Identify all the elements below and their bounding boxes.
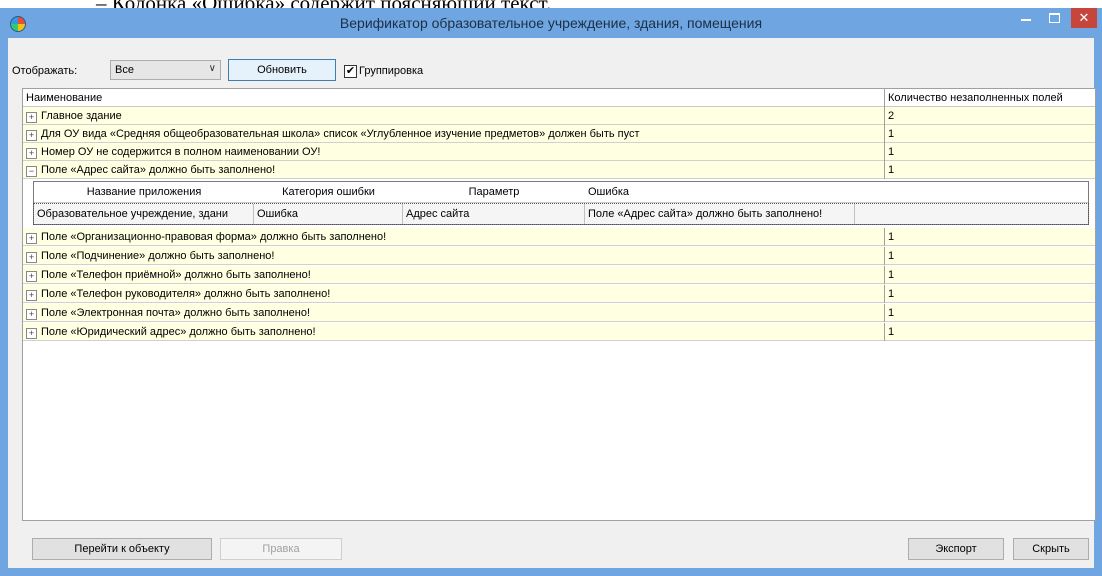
detail-header: Название приложения Категория ошибки Пар… [34, 182, 1088, 203]
group-row-name: Главное здание [41, 110, 122, 122]
verification-grid: Наименование Количество незаполненных по… [22, 88, 1096, 521]
group-row[interactable]: + Номер ОУ не содержится в полном наимено… [23, 143, 1095, 161]
group-row-name: Поле «Подчинение» должно быть заполнено! [41, 250, 275, 262]
group-row-count: 1 [884, 125, 1095, 143]
group-row-count: 1 [884, 285, 1095, 303]
group-row[interactable]: + Поле «Подчинение» должно быть заполнено… [23, 247, 1095, 265]
group-row-name: Поле «Организационно-правовая форма» дол… [41, 231, 387, 243]
group-row-count: 1 [884, 228, 1095, 246]
window-title: Верификатор образовательное учреждение, … [339, 15, 763, 31]
edit-button[interactable]: Правка [220, 538, 342, 560]
group-row-name: Поле «Телефон руководителя» должно быть … [41, 288, 331, 300]
detail-column-error[interactable]: Ошибка [585, 182, 855, 202]
group-row-name: Поле «Электронная почта» должно быть зап… [41, 307, 311, 319]
group-row[interactable]: + Поле «Электронная почта» должно быть за… [23, 304, 1095, 322]
group-row[interactable]: + Поле «Телефон приёмной» должно быть зап… [23, 266, 1095, 284]
hide-button[interactable]: Скрыть [1013, 538, 1089, 560]
group-row-count: 1 [884, 143, 1095, 161]
detail-row[interactable]: Образовательное учреждение, здани Ошибка… [33, 203, 1089, 225]
checkmark-icon: ✔ [345, 65, 356, 77]
group-row[interactable]: + Главное здание 2 [23, 107, 1095, 125]
close-icon: ✕ [1078, 10, 1090, 25]
detail-column-parameter[interactable]: Параметр [403, 182, 585, 202]
grid-header: Наименование Количество незаполненных по… [23, 89, 1095, 107]
detail-cell-category: Ошибка [254, 204, 403, 224]
group-row-count: 1 [884, 304, 1095, 322]
expand-icon[interactable]: + [26, 112, 37, 123]
show-filter-label: Отображать: [12, 65, 78, 77]
group-row-name: Поле «Телефон приёмной» должно быть запо… [41, 269, 311, 281]
detail-cell-parameter: Адрес сайта [403, 204, 585, 224]
group-row-count: 2 [884, 107, 1095, 125]
expand-icon[interactable]: + [26, 130, 37, 141]
expand-icon[interactable]: + [26, 148, 37, 159]
group-row-expanded[interactable]: − Поле «Адрес сайта» должно быть заполнен… [23, 161, 1095, 179]
grouping-label[interactable]: Группировка [359, 65, 423, 77]
title-bar: Верификатор образовательное учреждение, … [0, 8, 1102, 38]
group-row[interactable]: + Поле «Телефон руководителя» должно быть… [23, 285, 1095, 303]
expand-icon[interactable]: + [26, 233, 37, 244]
grouping-checkbox[interactable]: ✔ [344, 65, 357, 78]
detail-column-app[interactable]: Название приложения [34, 182, 254, 202]
group-row-count: 1 [884, 323, 1095, 341]
group-row-name: Для ОУ вида «Средняя общеобразовательная… [41, 128, 640, 140]
close-button[interactable]: ✕ [1071, 8, 1097, 28]
expand-icon[interactable]: + [26, 328, 37, 339]
expand-icon[interactable]: + [26, 271, 37, 282]
detail-table: Название приложения Категория ошибки Пар… [33, 181, 1089, 225]
expand-icon[interactable]: + [26, 290, 37, 301]
group-row[interactable]: + Поле «Организационно-правовая форма» до… [23, 228, 1095, 246]
group-row-name: Поле «Адрес сайта» должно быть заполнено… [41, 164, 276, 176]
show-filter-value: Все [115, 64, 134, 76]
column-header-empty-count[interactable]: Количество незаполненных полей [884, 89, 1095, 107]
export-button[interactable]: Экспорт [908, 538, 1004, 560]
group-row-count: 1 [884, 161, 1095, 179]
detail-column-category[interactable]: Категория ошибки [254, 182, 403, 202]
detail-cell-app: Образовательное учреждение, здани [34, 204, 254, 224]
expand-icon[interactable]: + [26, 309, 37, 320]
group-row-count: 1 [884, 266, 1095, 284]
column-header-name[interactable]: Наименование [23, 89, 884, 107]
chevron-down-icon: ∨ [208, 63, 216, 74]
minimize-button[interactable] [1012, 8, 1040, 28]
show-filter-combobox[interactable]: Все ∨ [110, 60, 221, 80]
group-row-name: Поле «Юридический адрес» должно быть зап… [41, 326, 316, 338]
group-row[interactable]: + Для ОУ вида «Средняя общеобразовательна… [23, 125, 1095, 143]
group-row[interactable]: + Поле «Юридический адрес» должно быть за… [23, 323, 1095, 341]
collapse-icon[interactable]: − [26, 166, 37, 177]
group-row-name: Номер ОУ не содержится в полном наименов… [41, 146, 321, 158]
maximize-button[interactable] [1040, 8, 1068, 28]
refresh-button[interactable]: Обновить [228, 59, 336, 81]
goto-object-button[interactable]: Перейти к объекту [32, 538, 212, 560]
detail-cell-error: Поле «Адрес сайта» должно быть заполнено… [585, 204, 855, 224]
group-row-count: 1 [884, 247, 1095, 265]
expand-icon[interactable]: + [26, 252, 37, 263]
